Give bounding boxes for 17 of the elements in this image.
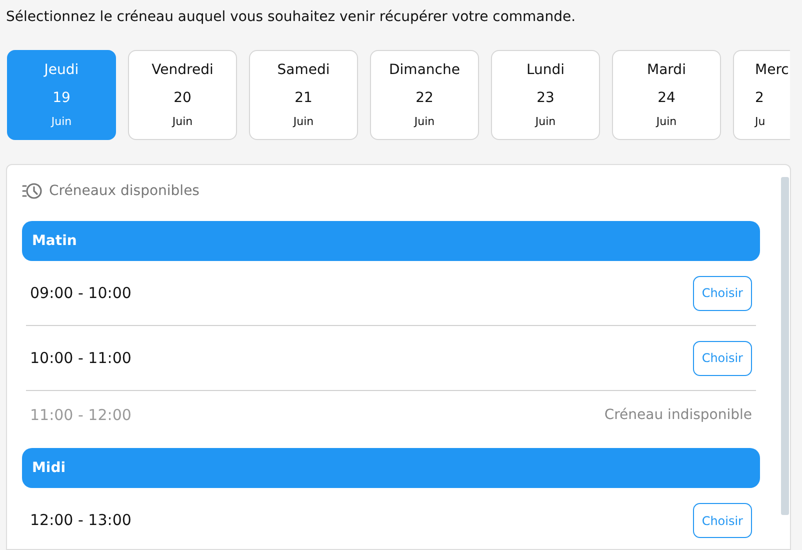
day-card[interactable]: Mardi 24 Juin: [612, 50, 721, 140]
slot-time: 12:00 - 13:00: [30, 510, 132, 532]
slot-time-unavailable: 11:00 - 12:00: [30, 404, 132, 426]
panel-title: Créneaux disponibles: [49, 182, 200, 200]
clock-list-icon: [22, 182, 43, 200]
instruction-text: Sélectionnez le créneau auquel vous souhaitez venir récupérer votre commande.: [6, 8, 577, 27]
day-card[interactable]: Vendredi 20 Juin: [128, 50, 237, 140]
scrollbar[interactable]: [781, 177, 789, 515]
slot-time: 10:00 - 11:00: [30, 348, 132, 369]
unavailable-label: Créneau indisponible: [604, 406, 752, 424]
day-card[interactable]: Lundi 23 Juin: [491, 50, 600, 140]
day-card[interactable]: Merc 2 Ju: [733, 50, 790, 140]
slot-time: 09:00 - 10:00: [30, 282, 132, 304]
period-header: Matin: [22, 221, 760, 261]
day-card[interactable]: Dimanche 22 Juin: [370, 50, 479, 140]
day-card[interactable]: Samedi 21 Juin: [249, 50, 358, 140]
period-header: Midi: [22, 448, 760, 488]
